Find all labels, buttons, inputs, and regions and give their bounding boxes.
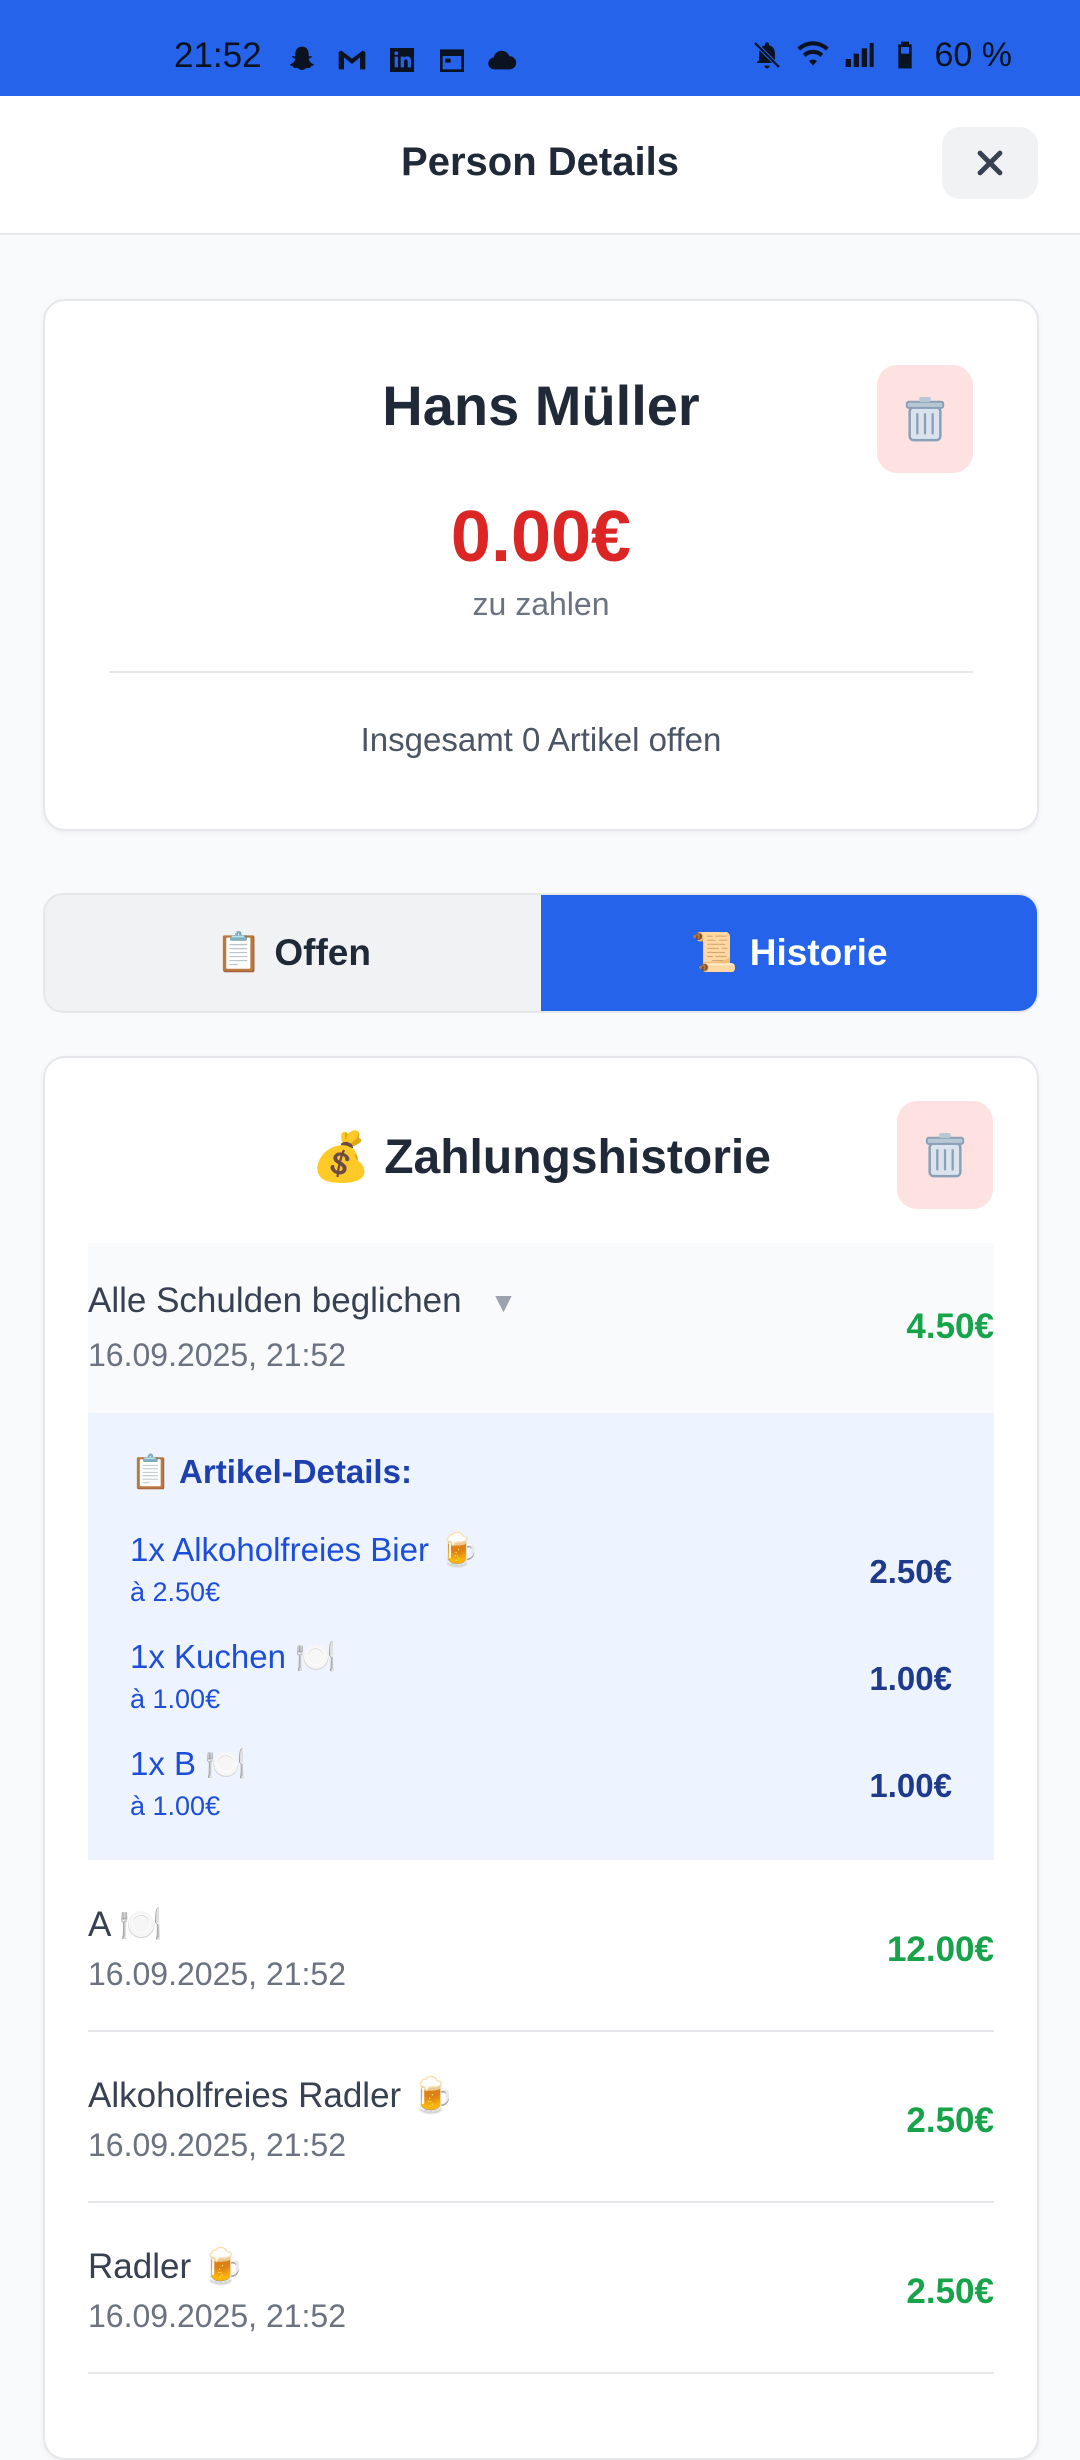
chevron-down-icon[interactable]: ▼: [490, 1287, 518, 1319]
tab-historie[interactable]: 📜 Historie: [541, 895, 1037, 1011]
money-bag-icon: 💰: [311, 1131, 371, 1184]
payment-history-card: 💰 Zahlungshistorie Alle Schulden beglich…: [43, 1056, 1039, 2460]
article-price: 2.50€: [869, 1553, 952, 1590]
amount-due: 0.00€: [450, 497, 632, 577]
tab-label: Historie: [749, 932, 888, 973]
cloud-icon: [486, 44, 518, 76]
history-title: 💰 Zahlungshistorie: [45, 1128, 1037, 1185]
article-detail-item: 1x Kuchen 🍽️ à 1.00€ 1.00€: [130, 1638, 952, 1718]
entry-amount: 2.50€: [906, 2101, 994, 2140]
battery-percentage: 60 %: [934, 36, 1013, 74]
delete-person-button[interactable]: [877, 365, 973, 473]
open-items-summary: Insgesamt 0 Artikel offen: [360, 721, 722, 758]
article-price: 1.00€: [869, 1767, 952, 1804]
entry-title: Radler 🍺: [88, 2247, 245, 2286]
entry-date: 16.09.2025, 21:52: [88, 2127, 347, 2163]
entry-amount: 2.50€: [906, 2272, 994, 2311]
article-unit-price: à 2.50€: [130, 1577, 221, 1607]
bell-muted-icon: [751, 39, 783, 71]
entry-date: 16.09.2025, 21:52: [88, 1956, 347, 1992]
entry-title: Alle Schulden beglichen ▼: [88, 1281, 517, 1321]
status-bar: 21:52 60 %: [0, 0, 1080, 96]
entry-date: 16.09.2025, 21:52: [88, 2298, 347, 2334]
close-icon: [977, 150, 1003, 176]
history-entry-expanded[interactable]: Alle Schulden beglichen ▼ 16.09.2025, 21:…: [88, 1243, 994, 1413]
clipboard-icon: 📋: [215, 932, 263, 974]
trash-icon: [925, 1132, 965, 1178]
entry-amount: 12.00€: [886, 1930, 994, 1969]
entry-title: Alkoholfreies Radler 🍺: [88, 2076, 455, 2115]
status-time: 21:52: [174, 36, 262, 75]
history-entry[interactable]: Radler 🍺 16.09.2025, 21:52 2.50€: [88, 2202, 994, 2374]
tab-offen[interactable]: 📋 Offen: [45, 895, 541, 1011]
entry-date: 16.09.2025, 21:52: [88, 1337, 347, 1373]
entry-title: A 🍽️: [88, 1905, 163, 1944]
article-name: 1x Kuchen 🍽️: [130, 1638, 337, 1675]
article-detail-item: 1x Alkoholfreies Bier 🍺 à 2.50€ 2.50€: [130, 1531, 952, 1611]
article-name: 1x Alkoholfreies Bier 🍺: [130, 1531, 480, 1568]
article-details-panel: 📋 Artikel-Details: 1x Alkoholfreies Bier…: [88, 1413, 994, 1860]
history-entry[interactable]: Alkoholfreies Radler 🍺 16.09.2025, 21:52…: [88, 2031, 994, 2203]
signal-icon: [843, 39, 875, 71]
article-details-heading: 📋 Artikel-Details:: [130, 1453, 412, 1490]
page-title: Person Details: [401, 140, 679, 184]
tab-label: Offen: [274, 932, 371, 973]
entry-amount: 4.50€: [906, 1307, 994, 1346]
close-button[interactable]: [942, 127, 1038, 199]
trash-icon: [905, 396, 945, 442]
gmail-icon: [336, 44, 368, 76]
tab-bar: 📋 Offen 📜 Historie: [43, 893, 1039, 1013]
delete-history-button[interactable]: [897, 1101, 993, 1209]
amount-due-label: zu zahlen: [472, 586, 610, 622]
history-title-text: Zahlungshistorie: [384, 1131, 771, 1184]
entry-title-text: Alle Schulden beglichen: [88, 1281, 462, 1320]
article-unit-price: à 1.00€: [130, 1684, 221, 1714]
linkedin-icon: [386, 44, 418, 76]
calendar-icon: [436, 44, 468, 76]
system-icons: 60 %: [751, 36, 1013, 74]
snapchat-icon: [286, 44, 318, 76]
article-unit-price: à 1.00€: [130, 1791, 221, 1821]
history-entry[interactable]: A 🍽️ 16.09.2025, 21:52 12.00€: [88, 1860, 994, 2032]
article-name: 1x B 🍽️: [130, 1745, 247, 1782]
battery-icon: [889, 39, 921, 71]
person-summary-card: Hans Müller 0.00€ zu zahlen Insgesamt 0 …: [43, 299, 1039, 831]
article-price: 1.00€: [869, 1660, 952, 1697]
scroll-icon: 📜: [690, 932, 738, 974]
wifi-icon: [796, 39, 829, 71]
app-header: Person Details: [0, 96, 1080, 235]
divider: [109, 671, 973, 673]
notification-icons: [286, 44, 518, 76]
article-detail-item: 1x B 🍽️ à 1.00€ 1.00€: [130, 1745, 952, 1825]
